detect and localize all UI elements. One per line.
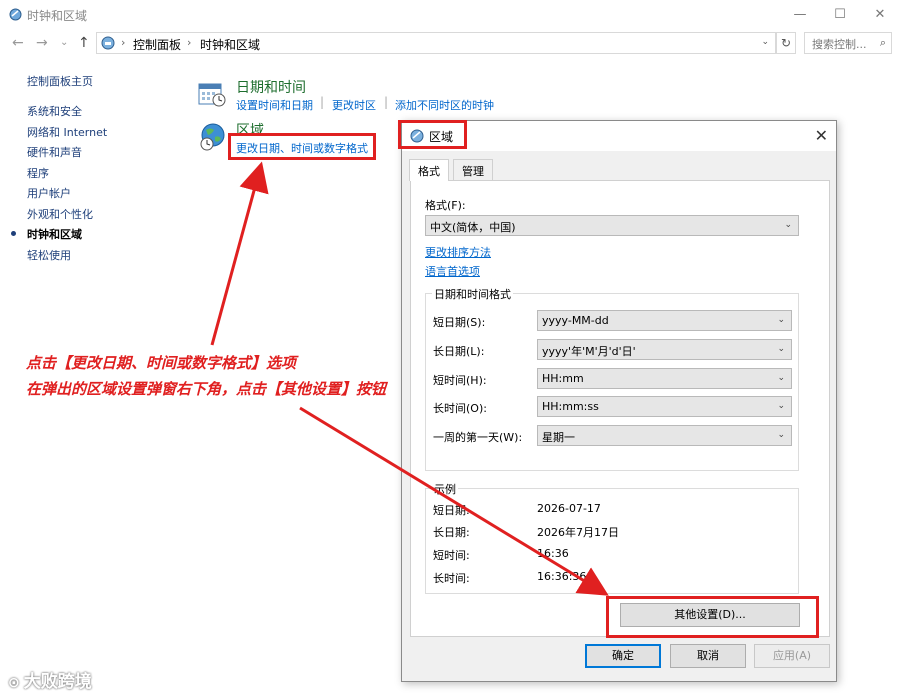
watermark-logo-icon: ⊙ bbox=[8, 675, 20, 691]
annotation-text-1: 点击【更改日期、时间或数字格式】选项 bbox=[26, 354, 297, 372]
arrow-to-other-settings bbox=[299, 406, 609, 596]
tab-formats[interactable]: 格式 bbox=[409, 159, 449, 181]
annotation-text-2: 在弹出的区域设置弹窗右下角，点击【其他设置】按钮 bbox=[26, 380, 387, 398]
arrow-to-change-formats bbox=[210, 161, 269, 346]
watermark-text: ⊙ 大败跨境 bbox=[8, 667, 92, 692]
watermark-label: 大败跨境 bbox=[23, 672, 92, 692]
annotation-arrows bbox=[210, 161, 609, 596]
